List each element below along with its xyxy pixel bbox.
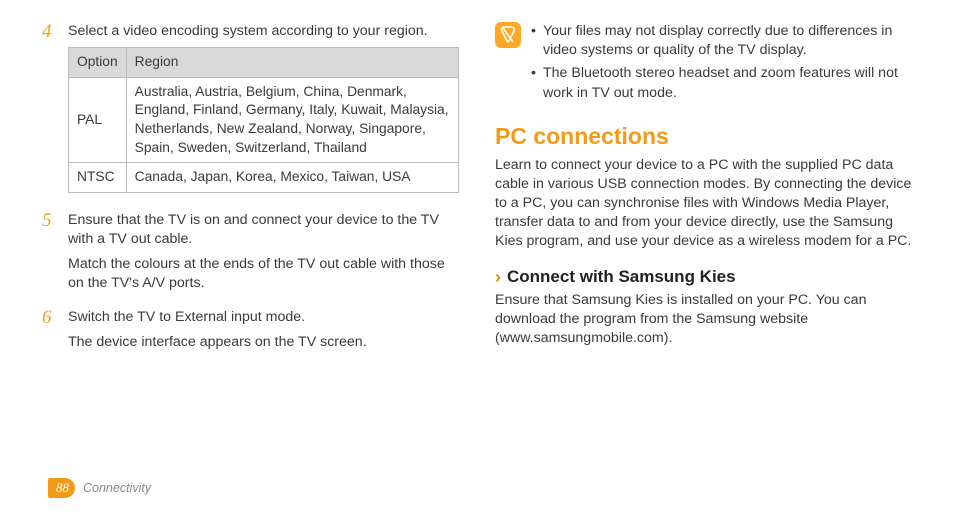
subsection-title: Connect with Samsung Kies [507, 266, 736, 289]
th-option: Option [69, 48, 127, 78]
section-intro: Learn to connect your device to a PC wit… [495, 156, 912, 252]
note-item: Your files may not display correctly due… [531, 22, 912, 60]
page-footer: 88 Connectivity [48, 478, 151, 498]
step-text: Match the colours at the ends of the TV … [68, 255, 459, 293]
chevron-right-icon: › [495, 268, 501, 286]
left-column: 4 Select a video encoding system accordi… [42, 22, 459, 366]
step-text: Ensure that the TV is on and connect you… [68, 211, 459, 249]
step-5: 5 Ensure that the TV is on and connect y… [42, 211, 459, 300]
subsection-text: Ensure that Samsung Kies is installed on… [495, 291, 912, 349]
right-column: Your files may not display correctly due… [495, 22, 912, 366]
table-row: PAL Australia, Austria, Belgium, China, … [69, 77, 459, 163]
region-table: Option Region PAL Australia, Austria, Be… [68, 47, 459, 193]
note-block: Your files may not display correctly due… [495, 22, 912, 107]
step-4: 4 Select a video encoding system accordi… [42, 22, 459, 203]
step-number: 6 [42, 308, 58, 358]
cell-region: Canada, Japan, Korea, Mexico, Taiwan, US… [126, 163, 458, 193]
step-text: Switch the TV to External input mode. [68, 308, 459, 327]
section-heading: PC connections [495, 121, 912, 152]
cell-option: PAL [69, 77, 127, 163]
note-item: The Bluetooth stereo headset and zoom fe… [531, 64, 912, 102]
th-region: Region [126, 48, 458, 78]
chapter-label: Connectivity [83, 480, 151, 497]
note-list: Your files may not display correctly due… [531, 22, 912, 107]
cell-option: NTSC [69, 163, 127, 193]
table-row: NTSC Canada, Japan, Korea, Mexico, Taiwa… [69, 163, 459, 193]
step-number: 4 [42, 22, 58, 203]
note-icon [495, 22, 521, 48]
page-number: 88 [48, 478, 75, 498]
step-text: Select a video encoding system according… [68, 22, 459, 41]
step-6: 6 Switch the TV to External input mode. … [42, 308, 459, 358]
step-text: The device interface appears on the TV s… [68, 333, 459, 352]
cell-region: Australia, Austria, Belgium, China, Denm… [126, 77, 458, 163]
step-number: 5 [42, 211, 58, 300]
subsection-heading: › Connect with Samsung Kies [495, 266, 912, 289]
